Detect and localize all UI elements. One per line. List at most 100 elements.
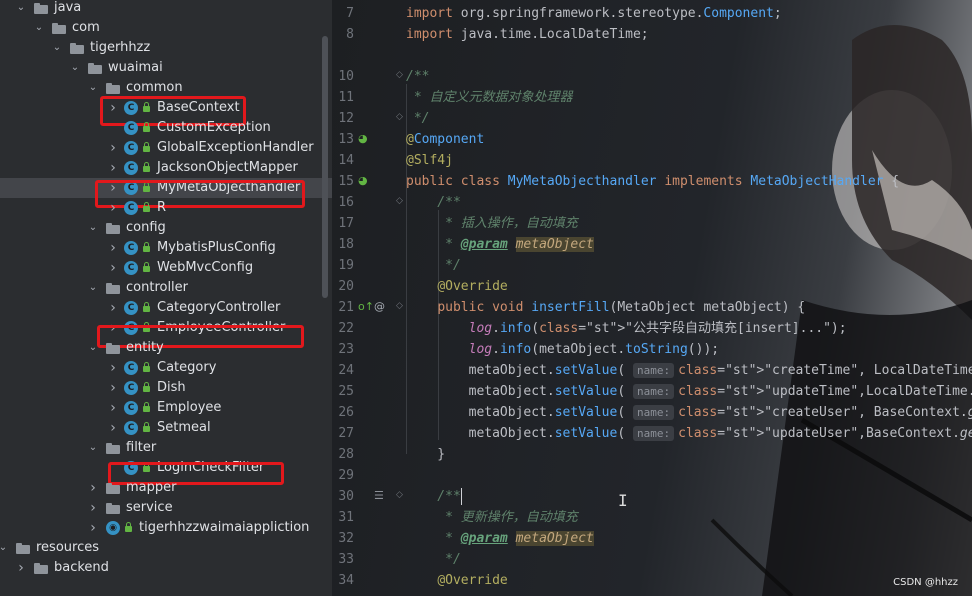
code-line[interactable]: * @param metaObject [406,528,594,549]
chevron-right-icon[interactable]: › [108,143,118,153]
tree-item-employee[interactable]: ›CEmployee [0,398,332,418]
tree-item-dish[interactable]: ›CDish [0,378,332,398]
tree-item-globalexceptionhandler[interactable]: ›CGlobalExceptionHandler [0,138,332,158]
folder-icon [70,43,84,54]
chevron-right-icon[interactable]: › [108,163,118,173]
tree-item-tigerhhzzwaimaiappliction[interactable]: ›◉tigerhhzzwaimaiappliction [0,518,332,538]
tree-scrollbar[interactable] [322,36,328,298]
line-number: 24 [332,360,354,381]
bean-icon[interactable]: ◕ [358,128,368,149]
tree-item-config[interactable]: ⌄config [0,218,332,238]
tree-item-mybatisplusconfig[interactable]: ›CMybatisPlusConfig [0,238,332,258]
tree-item-wuaimai[interactable]: ⌄ wuaimai [0,58,332,78]
tree-item-backend[interactable]: ›backend [0,558,332,578]
doc-render-icon[interactable]: ☰ [374,485,384,506]
folder-icon [106,83,120,94]
code-line[interactable]: @Override [406,276,508,297]
folder-icon [34,3,48,14]
chevron-right-icon[interactable]: › [108,303,118,313]
code-line[interactable]: } [406,444,445,465]
code-line[interactable]: public void insertFill(MetaObject metaOb… [406,297,805,318]
bean-icon[interactable]: ◕ [358,170,368,191]
tree-item-java[interactable]: ⌄java [0,0,332,18]
code-line[interactable]: @Component [406,129,484,150]
fold-icon[interactable]: ◇ [396,107,403,128]
annotation-icon[interactable]: @ [374,296,385,317]
line-number: 27 [332,423,354,444]
fold-icon[interactable]: ◇ [396,296,403,317]
code-line[interactable]: @Slf4j [406,150,453,171]
folder-icon [106,283,120,294]
code-line[interactable]: import org.springframework.stereotype.Co… [406,3,782,24]
tree-item-tigerhhzz[interactable]: ⌄tigerhhzz [0,38,332,58]
line-number: 28 [332,444,354,465]
tree-item-filter[interactable]: ⌄filter [0,438,332,458]
code-line[interactable]: /** [406,66,429,87]
tree-item-mapper[interactable]: ›mapper [0,478,332,498]
chevron-down-icon[interactable]: ⌄ [34,23,44,33]
chevron-down-icon[interactable]: ⌄ [88,223,98,233]
code-line[interactable]: @Override [406,570,508,591]
chevron-right-icon[interactable]: › [108,383,118,393]
tree-item-categorycontroller[interactable]: ›CCategoryController [0,298,332,318]
code-line[interactable]: */ [406,549,461,570]
line-number: 33 [332,549,354,570]
code-line[interactable]: * 自定义元数据对象处理器 [406,87,572,108]
chevron-down-icon[interactable]: ⌄ [16,3,26,13]
code-line[interactable]: */ [406,255,461,276]
fold-icon[interactable]: ◇ [396,485,403,506]
tree-item-service[interactable]: ›service [0,498,332,518]
chevron-right-icon[interactable]: › [108,403,118,413]
chevron-down-icon[interactable]: ⌄ [88,343,98,353]
chevron-down-icon[interactable]: ⌄ [70,63,80,73]
code-line[interactable]: /** [406,192,461,213]
tree-item-common[interactable]: ⌄common [0,78,332,98]
chevron-right-icon[interactable]: › [108,363,118,373]
tree-item-label: com [72,18,100,38]
fold-icon[interactable]: ◇ [396,65,403,86]
tree-item-resources[interactable]: ⌄resources [0,538,332,558]
line-number: 15 [332,171,354,192]
code-line[interactable]: public class MyMetaObjecthandler impleme… [406,171,899,192]
chevron-down-icon[interactable]: ⌄ [52,43,62,53]
tree-item-label: wuaimai [108,58,163,78]
code-line[interactable]: * 更新操作，自动填充 [406,507,578,528]
chevron-right-icon[interactable]: › [88,483,98,493]
code-editor[interactable]: 7810111213141516171819202122232425262728… [332,0,972,596]
tree-item-webmvcconfig[interactable]: ›CWebMvcConfig [0,258,332,278]
public-lock-icon [143,426,150,432]
code-line[interactable]: /** [406,486,461,507]
code-line[interactable]: * @param metaObject [406,234,594,255]
code-line[interactable]: metaObject.setValue( name:class="st">"up… [406,381,972,402]
tree-item-customexception[interactable]: CCustomException [0,118,332,138]
tree-item-setmeal[interactable]: ›CSetmeal [0,418,332,438]
param-name-hint: name: [633,405,674,420]
override-icon[interactable]: o↑ [358,296,374,317]
chevron-right-icon[interactable]: › [16,563,26,573]
fold-icon[interactable]: ◇ [396,191,403,212]
code-line[interactable]: metaObject.setValue( name:class="st">"cr… [406,402,972,423]
chevron-right-icon[interactable]: › [108,423,118,433]
tree-item-r[interactable]: ›CR [0,198,332,218]
tree-item-jacksonobjectmapper[interactable]: ›CJacksonObjectMapper [0,158,332,178]
chevron-right-icon[interactable]: › [108,203,118,213]
chevron-right-icon[interactable]: › [88,503,98,513]
chevron-right-icon[interactable]: › [108,243,118,253]
chevron-right-icon[interactable]: › [88,523,98,533]
code-line[interactable]: import java.time.LocalDateTime; [406,24,649,45]
code-line[interactable]: */ [406,108,429,129]
code-line[interactable]: log.info(metaObject.toString()); [406,339,719,360]
code-line[interactable]: metaObject.setValue( name:class="st">"cr… [406,360,972,381]
code-line[interactable]: * 插入操作，自动填充 [406,213,578,234]
tree-item-category[interactable]: ›CCategory [0,358,332,378]
tree-item-com[interactable]: ⌄ com [0,18,332,38]
chevron-down-icon[interactable]: ⌄ [0,543,8,553]
chevron-down-icon[interactable]: ⌄ [88,443,98,453]
code-line[interactable]: log.info(class="st">"公共字段自动填充[insert]...… [406,318,847,339]
chevron-down-icon[interactable]: ⌄ [88,283,98,293]
chevron-right-icon[interactable]: › [108,263,118,273]
tree-item-entity[interactable]: ⌄entity [0,338,332,358]
code-line[interactable]: metaObject.setValue( name:class="st">"up… [406,423,972,444]
chevron-down-icon[interactable]: ⌄ [88,83,98,93]
tree-item-controller[interactable]: ⌄controller [0,278,332,298]
